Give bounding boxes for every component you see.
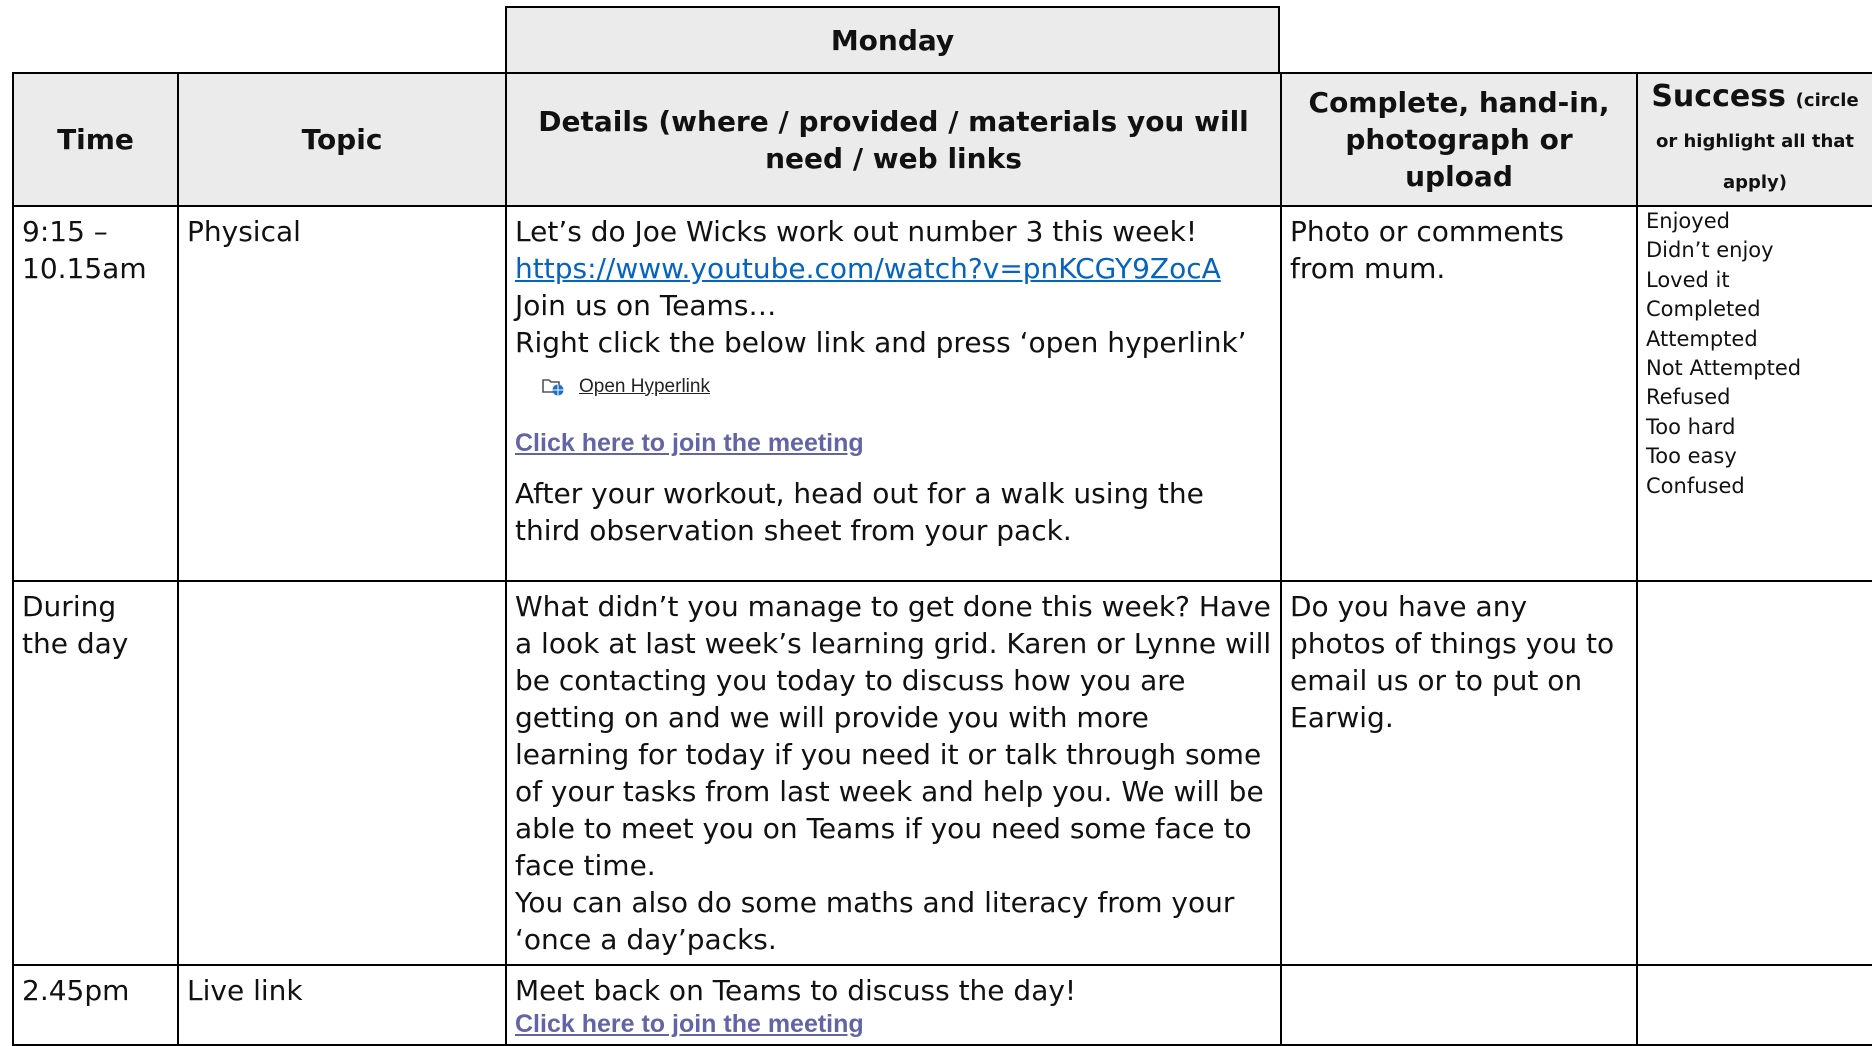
learning-grid: Time Topic Details (where / provided / m… [12, 72, 1872, 1046]
table-row: During the day What didn’t you manage to… [12, 580, 1872, 966]
table-row: 2.45pm Live link Meet back on Teams to d… [12, 964, 1872, 1046]
header-time: Time [12, 72, 179, 207]
day-header: Monday [505, 6, 1280, 72]
details-cell: Let’s do Joe Wicks work out number 3 thi… [505, 205, 1282, 582]
open-hyperlink-label: Open Hyperlink [579, 375, 710, 397]
table-row: 9:15 – 10.15am Physical Let’s do Joe Wic… [12, 205, 1872, 582]
success-option[interactable]: Confused [1646, 472, 1864, 501]
complete-cell: Do you have any photos of things you to … [1280, 580, 1638, 966]
header-success: Success (circle or highlight all that ap… [1636, 72, 1872, 207]
success-option[interactable]: Attempted [1646, 325, 1864, 354]
join-meeting-link[interactable]: Click here to join the meeting [515, 425, 864, 462]
details-text: Right click the below link and press ‘op… [515, 326, 1247, 359]
details-text: Let’s do Joe Wicks work out number 3 thi… [515, 215, 1198, 248]
success-options-list: Enjoyed Didn’t enjoy Loved it Completed Atte… [1646, 207, 1864, 501]
success-option[interactable]: Not Attempted [1646, 354, 1864, 383]
success-option[interactable]: Refused [1646, 383, 1864, 412]
time-cell: 2.45pm [12, 964, 179, 1046]
youtube-link[interactable]: https://www.youtube.com/watch?v=pnKCGY9Z… [515, 252, 1221, 285]
success-option[interactable]: Too hard [1646, 413, 1864, 442]
topic-cell: Live link [177, 964, 507, 1046]
success-cell [1636, 580, 1872, 966]
header-row: Time Topic Details (where / provided / m… [12, 72, 1872, 207]
success-cell [1636, 964, 1872, 1046]
join-meeting-link[interactable]: Click here to join the meeting [515, 1010, 864, 1038]
header-complete: Complete, hand-in, photograph or upload [1280, 72, 1638, 207]
success-option[interactable]: Too easy [1646, 442, 1864, 471]
complete-cell: Photo or comments from mum. [1280, 205, 1638, 582]
details-text: You can also do some maths and literacy … [515, 886, 1235, 956]
time-cell: During the day [12, 580, 179, 966]
details-cell: Meet back on Teams to discuss the day! C… [505, 964, 1282, 1046]
header-details: Details (where / provided / materials yo… [505, 72, 1282, 207]
details-text: What didn’t you manage to get done this … [515, 590, 1272, 882]
success-option[interactable]: Completed [1646, 295, 1864, 324]
details-text: Meet back on Teams to discuss the day! [515, 974, 1077, 1007]
topic-cell: Physical [177, 205, 507, 582]
success-option[interactable]: Enjoyed [1646, 207, 1864, 236]
header-topic: Topic [177, 72, 507, 207]
success-option[interactable]: Loved it [1646, 266, 1864, 295]
success-cell: Enjoyed Didn’t enjoy Loved it Completed Atte… [1636, 205, 1872, 582]
time-cell: 9:15 – 10.15am [12, 205, 179, 582]
open-hyperlink-menu-item[interactable]: Open Hyperlink [515, 361, 1272, 411]
open-hyperlink-icon [541, 376, 565, 396]
complete-cell [1280, 964, 1638, 1046]
header-success-title: Success [1651, 79, 1786, 114]
details-text: Join us on Teams… [515, 289, 777, 322]
details-text: After your workout, head out for a walk … [515, 477, 1204, 547]
details-cell: What didn’t you manage to get done this … [505, 580, 1282, 966]
topic-cell [177, 580, 507, 966]
success-option[interactable]: Didn’t enjoy [1646, 236, 1864, 265]
